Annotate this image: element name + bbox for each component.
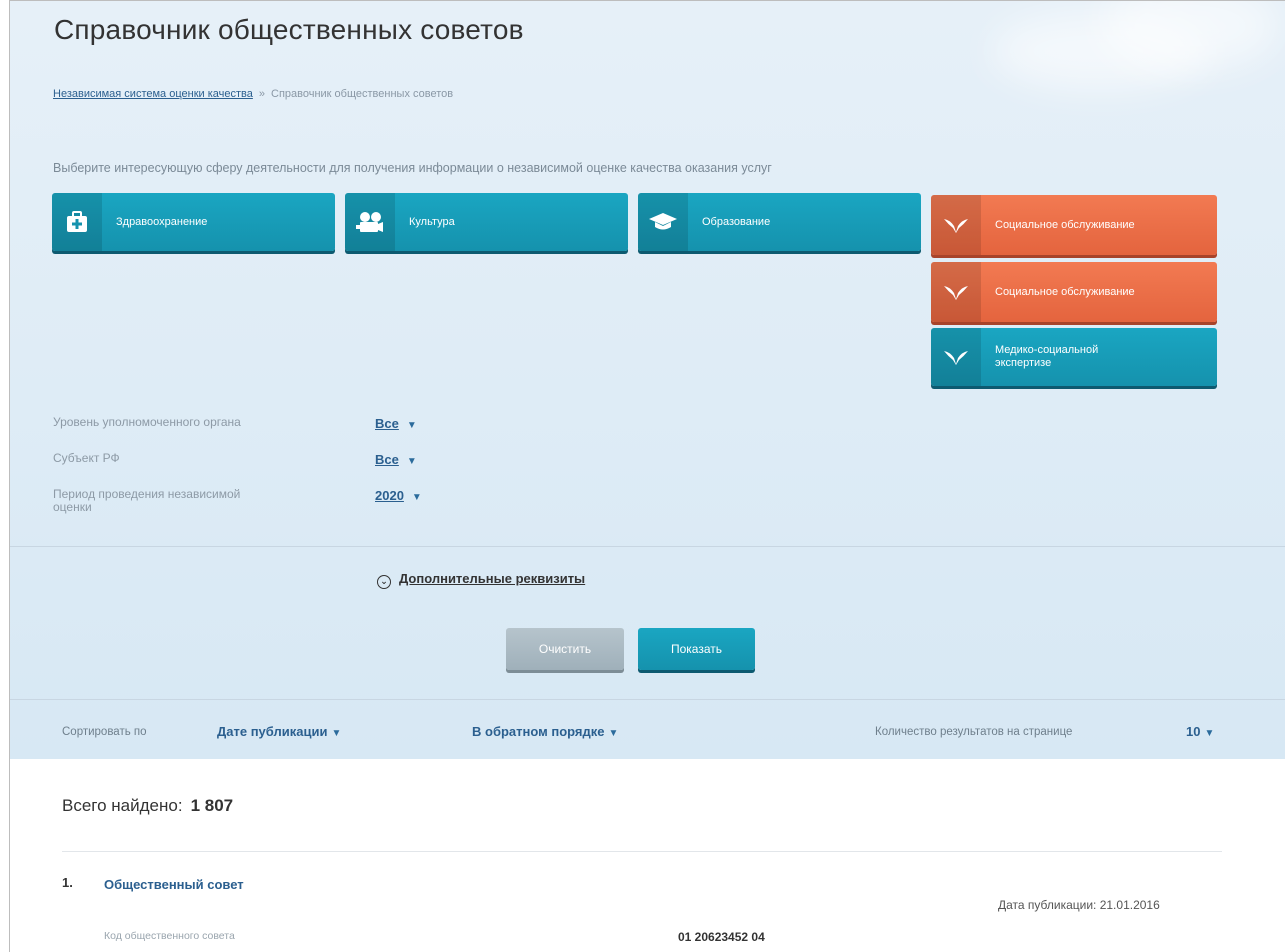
sphere-label: Социальное обслуживание [995,218,1135,231]
filter-label: Субъект РФ [53,451,120,465]
filter-level-select[interactable]: Все ▼ [375,416,417,431]
result-date: Дата публикации: 21.01.2016 [998,898,1160,912]
dropdown-arrow-icon: ▼ [608,728,619,739]
sort-order-select[interactable]: В обратном порядке ▼ [472,724,618,739]
per-page-value: 10 [1186,724,1201,739]
divider [10,546,1285,547]
sort-label: Сортировать по [62,726,147,738]
filter-value: 2020 [375,488,404,503]
hands-icon [931,262,981,322]
result-code-value: 01 20623452 04 [678,930,765,944]
filter-value: Все [375,452,399,467]
breadcrumb-separator: » [258,88,265,100]
sphere-tile-medsocial[interactable]: Медико-социальной экспертизе [931,328,1217,386]
extra-details-label: Дополнительные реквизиты [399,571,586,586]
graduation-cap-icon [638,193,688,251]
sphere-tile-culture[interactable]: Культура [345,193,628,251]
page-title: Справочник общественных советов [54,14,524,45]
divider [62,851,1222,852]
per-page-select[interactable]: 10 ▼ [1186,724,1214,739]
dropdown-arrow-icon: ▼ [411,492,422,503]
result-code-label: Код общественного совета [104,930,235,942]
filter-label: Период проведения независимой оценки [53,487,241,514]
result-number: 1. [62,875,73,890]
filter-label: Уровень уполномоченного органа [53,415,241,429]
breadcrumb-link[interactable]: Независимая система оценки качества [53,88,253,100]
intro-text: Выберите интересующую сферу деятельности… [53,161,772,175]
divider [10,699,1285,700]
per-page-label: Количество результатов на странице [875,726,1073,738]
filter-value: Все [375,416,399,431]
total-label: Всего найдено: [62,796,183,815]
hands-icon [931,195,981,255]
sphere-label: Социальное обслуживание [995,285,1135,298]
sphere-label: Культура [409,215,455,228]
sort-field-select[interactable]: Дате публикации ▼ [217,724,341,739]
sphere-label: Медико-социальной экспертизе [995,344,1099,369]
show-button[interactable]: Показать [638,628,755,670]
sphere-label: Здравоохранение [116,215,208,228]
film-camera-icon [345,193,395,251]
result-title-link[interactable]: Общественный совет [104,877,244,892]
dropdown-arrow-icon: ▼ [1204,728,1215,739]
clear-button[interactable]: Очистить [506,628,624,670]
results-total: Всего найдено: 1 807 [62,796,233,816]
filter-period-select[interactable]: 2020 ▼ [375,488,422,503]
sphere-tile-social-1[interactable]: Социальное обслуживание [931,195,1217,255]
sphere-label: Образование [702,215,771,228]
breadcrumb: Независимая система оценки качества » Спра… [53,88,453,100]
expand-icon: ⌄ [377,575,391,589]
sort-order-value: В обратном порядке [472,724,605,739]
dropdown-arrow-icon: ▼ [406,456,417,467]
medkit-icon [52,193,102,251]
sphere-tile-education[interactable]: Образование [638,193,921,251]
dropdown-arrow-icon: ▼ [331,728,342,739]
sphere-tile-health[interactable]: Здравоохранение [52,193,335,251]
dropdown-arrow-icon: ▼ [406,420,417,431]
total-count: 1 807 [190,796,234,815]
breadcrumb-current: Справочник общественных советов [271,88,454,100]
extra-details-link[interactable]: ⌄ Дополнительные реквизиты [377,571,585,589]
sort-field-value: Дате публикации [217,724,328,739]
hands-icon [931,328,981,386]
sphere-tile-social-2[interactable]: Социальное обслуживание [931,262,1217,322]
filter-subject-select[interactable]: Все ▼ [375,452,417,467]
